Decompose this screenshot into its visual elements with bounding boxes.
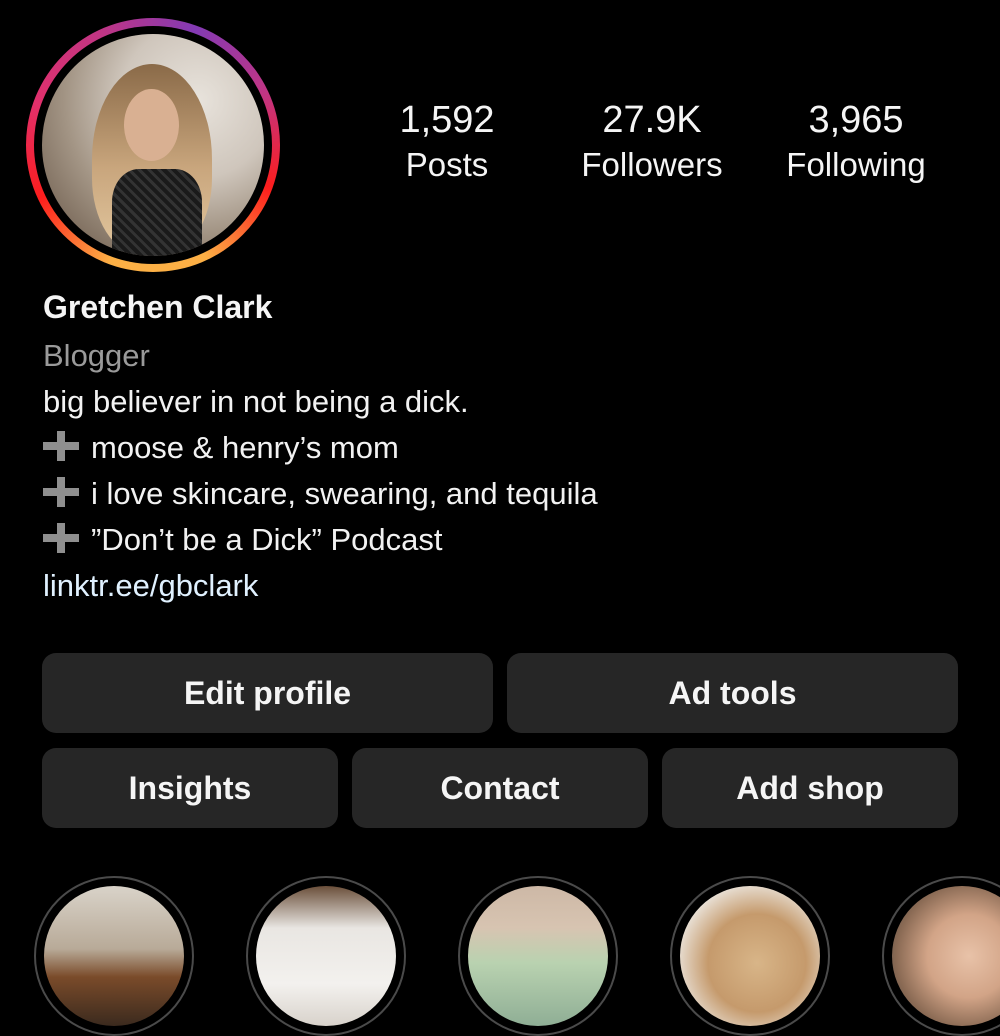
- ad-tools-button[interactable]: Ad tools: [507, 653, 958, 733]
- stat-followers-label: Followers: [581, 146, 723, 183]
- bio-line-text: ”Don’t be a Dick” Podcast: [91, 522, 443, 557]
- bio-line: ”Don’t be a Dick” Podcast: [43, 518, 442, 562]
- insights-button[interactable]: Insights: [42, 748, 338, 828]
- story-highlight[interactable]: [882, 876, 1000, 1036]
- stat-posts[interactable]: 1,592 Posts: [357, 96, 537, 186]
- stat-following[interactable]: 3,965 Following: [766, 96, 946, 186]
- stat-following-label: Following: [786, 146, 926, 183]
- stat-followers[interactable]: 27.9K Followers: [562, 96, 742, 186]
- stat-posts-value: 1,592: [399, 99, 495, 141]
- bio-line-text: i love skincare, swearing, and tequila: [91, 476, 598, 511]
- story-highlight[interactable]: [246, 876, 406, 1036]
- profile-name: Gretchen Clark: [43, 289, 273, 325]
- bio-line: i love skincare, swearing, and tequila: [43, 472, 598, 516]
- bio-line-text: moose & henry’s mom: [91, 430, 399, 465]
- bio-line: big believer in not being a dick.: [43, 380, 469, 424]
- highlight-thumbnail: [468, 886, 608, 1026]
- stat-followers-value: 27.9K: [602, 99, 702, 141]
- highlight-thumbnail: [892, 886, 1000, 1026]
- plus-icon: [43, 431, 79, 461]
- plus-icon: [43, 477, 79, 507]
- stat-posts-label: Posts: [405, 146, 489, 183]
- story-highlight[interactable]: [458, 876, 618, 1036]
- avatar-photo-body: [112, 169, 202, 256]
- bio-line: moose & henry’s mom: [43, 426, 399, 470]
- highlight-thumbnail: [44, 886, 184, 1026]
- contact-button[interactable]: Contact: [352, 748, 648, 828]
- bio-link[interactable]: linktr.ee/gbclark: [43, 564, 258, 608]
- stat-following-value: 3,965: [808, 99, 904, 141]
- profile-category: Blogger: [43, 338, 150, 373]
- add-shop-button[interactable]: Add shop: [662, 748, 958, 828]
- edit-profile-button[interactable]: Edit profile: [42, 653, 493, 733]
- story-highlight[interactable]: [34, 876, 194, 1036]
- plus-icon: [43, 523, 79, 553]
- avatar-photo-face: [124, 89, 179, 161]
- highlight-thumbnail: [680, 886, 820, 1026]
- avatar[interactable]: [42, 34, 264, 256]
- highlight-thumbnail: [256, 886, 396, 1026]
- profile-avatar-story-ring[interactable]: [26, 18, 280, 272]
- bio-line-text: big believer in not being a dick.: [43, 384, 469, 419]
- story-highlight[interactable]: [670, 876, 830, 1036]
